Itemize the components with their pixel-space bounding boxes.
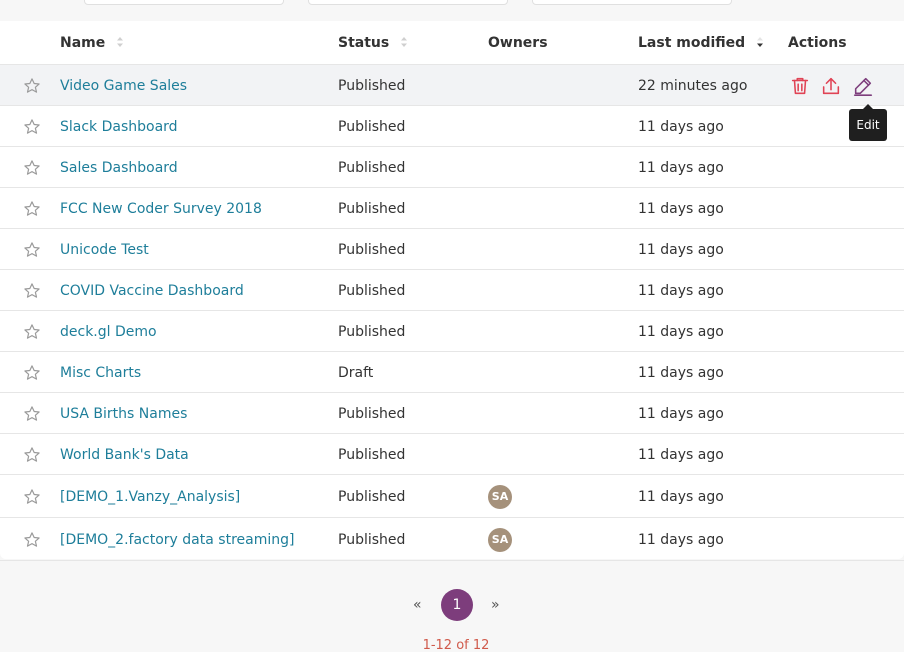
- status-cell: Published: [338, 489, 406, 505]
- table-header: Name Status Owners Last modified Actions: [0, 21, 904, 65]
- last-modified-cell: 11 days ago: [638, 201, 724, 217]
- column-header-owners: Owners: [488, 21, 548, 65]
- last-modified-cell: 11 days ago: [638, 283, 724, 299]
- owner-avatar[interactable]: SA: [488, 485, 512, 509]
- sort-icon: [401, 37, 408, 47]
- column-header-status[interactable]: Status: [338, 21, 408, 65]
- table-row[interactable]: [DEMO_2.factory data streaming] Published…: [0, 518, 904, 561]
- table-row[interactable]: Video Game Sales Published 22 minutes ago: [0, 65, 904, 106]
- dashboard-name-link[interactable]: deck.gl Demo: [60, 322, 157, 342]
- status-cell: Published: [338, 160, 406, 176]
- last-modified-cell: 22 minutes ago: [638, 78, 748, 94]
- status-cell: Published: [338, 201, 406, 217]
- filter-select-3[interactable]: [532, 0, 732, 5]
- dashboard-name-link[interactable]: Unicode Test: [60, 240, 149, 260]
- favorite-star-icon[interactable]: [23, 405, 41, 423]
- favorite-star-icon[interactable]: [23, 77, 41, 95]
- favorite-star-icon[interactable]: [23, 531, 41, 549]
- pagination-range: 1-12 of 12: [422, 638, 490, 652]
- status-cell: Published: [338, 532, 406, 548]
- last-modified-cell: 11 days ago: [638, 242, 724, 258]
- favorite-star-icon[interactable]: [23, 118, 41, 136]
- dashboard-name-link[interactable]: USA Births Names: [60, 404, 187, 424]
- edit-pencil-icon[interactable]: [852, 75, 874, 97]
- status-cell: Published: [338, 447, 406, 463]
- filter-select-2[interactable]: [308, 0, 508, 5]
- table-row[interactable]: World Bank's Data Published 11 days ago: [0, 434, 904, 475]
- dashboard-name-link[interactable]: Misc Charts: [60, 363, 141, 383]
- table-row[interactable]: Slack Dashboard Published 11 days ago: [0, 106, 904, 147]
- dashboard-name-link[interactable]: Slack Dashboard: [60, 117, 178, 137]
- favorite-star-icon[interactable]: [23, 241, 41, 259]
- pagination-next[interactable]: »: [491, 594, 500, 616]
- filter-select-1[interactable]: [84, 0, 284, 5]
- dashboard-name-link[interactable]: Video Game Sales: [60, 76, 187, 96]
- owner-avatar[interactable]: SA: [488, 528, 512, 552]
- favorite-star-icon[interactable]: [23, 364, 41, 382]
- favorite-star-icon[interactable]: [23, 323, 41, 341]
- column-header-actions-label: Actions: [788, 35, 847, 51]
- status-cell: Draft: [338, 365, 374, 381]
- column-header-owners-label: Owners: [488, 35, 548, 51]
- export-upload-icon[interactable]: [820, 75, 842, 97]
- table-row[interactable]: USA Births Names Published 11 days ago: [0, 393, 904, 434]
- table-row[interactable]: Sales Dashboard Published 11 days ago: [0, 147, 904, 188]
- table-row[interactable]: Misc Charts Draft 11 days ago: [0, 352, 904, 393]
- status-cell: Published: [338, 119, 406, 135]
- status-cell: Published: [338, 324, 406, 340]
- favorite-star-icon[interactable]: [23, 200, 41, 218]
- delete-trash-icon[interactable]: [789, 75, 811, 97]
- pagination-prev[interactable]: «: [413, 594, 422, 616]
- favorite-star-icon[interactable]: [23, 488, 41, 506]
- favorite-star-icon[interactable]: [23, 282, 41, 300]
- column-header-name-label: Name: [60, 35, 106, 51]
- pagination-page-1[interactable]: 1: [441, 589, 473, 621]
- last-modified-cell: 11 days ago: [638, 324, 724, 340]
- status-cell: Published: [338, 406, 406, 422]
- column-header-status-label: Status: [338, 35, 390, 51]
- column-header-last-modified-label: Last modified: [638, 35, 746, 51]
- column-header-last-modified[interactable]: Last modified: [638, 21, 764, 65]
- status-cell: Published: [338, 283, 406, 299]
- dashboard-name-link[interactable]: [DEMO_1.Vanzy_Analysis]: [60, 487, 240, 507]
- favorite-star-icon[interactable]: [23, 446, 41, 464]
- last-modified-cell: 11 days ago: [638, 489, 724, 505]
- table-row[interactable]: [DEMO_1.Vanzy_Analysis] Published SA 11 day…: [0, 475, 904, 518]
- sort-descending-icon: [757, 37, 764, 47]
- status-cell: Published: [338, 78, 406, 94]
- dashboard-name-link[interactable]: COVID Vaccine Dashboard: [60, 281, 244, 301]
- column-header-name[interactable]: Name: [60, 21, 124, 65]
- dashboard-name-link[interactable]: Sales Dashboard: [60, 158, 178, 178]
- last-modified-cell: 11 days ago: [638, 532, 724, 548]
- column-header-actions: Actions: [788, 21, 847, 65]
- table-row[interactable]: deck.gl Demo Published 11 days ago: [0, 311, 904, 352]
- last-modified-cell: 11 days ago: [638, 365, 724, 381]
- last-modified-cell: 11 days ago: [638, 447, 724, 463]
- last-modified-cell: 11 days ago: [638, 119, 724, 135]
- table-row[interactable]: FCC New Coder Survey 2018 Published 11 day…: [0, 188, 904, 229]
- dashboard-name-link[interactable]: World Bank's Data: [60, 445, 189, 465]
- table-row[interactable]: COVID Vaccine Dashboard Published 11 days …: [0, 270, 904, 311]
- table-row[interactable]: Unicode Test Published 11 days ago: [0, 229, 904, 270]
- dashboard-name-link[interactable]: FCC New Coder Survey 2018: [60, 199, 262, 219]
- status-cell: Published: [338, 242, 406, 258]
- sort-icon: [117, 37, 124, 47]
- dashboard-name-link[interactable]: [DEMO_2.factory data streaming]: [60, 530, 294, 550]
- edit-tooltip: Edit: [849, 104, 887, 141]
- dashboard-table: Name Status Owners Last modified Actions…: [0, 21, 904, 561]
- last-modified-cell: 11 days ago: [638, 160, 724, 176]
- favorite-star-icon[interactable]: [23, 159, 41, 177]
- last-modified-cell: 11 days ago: [638, 406, 724, 422]
